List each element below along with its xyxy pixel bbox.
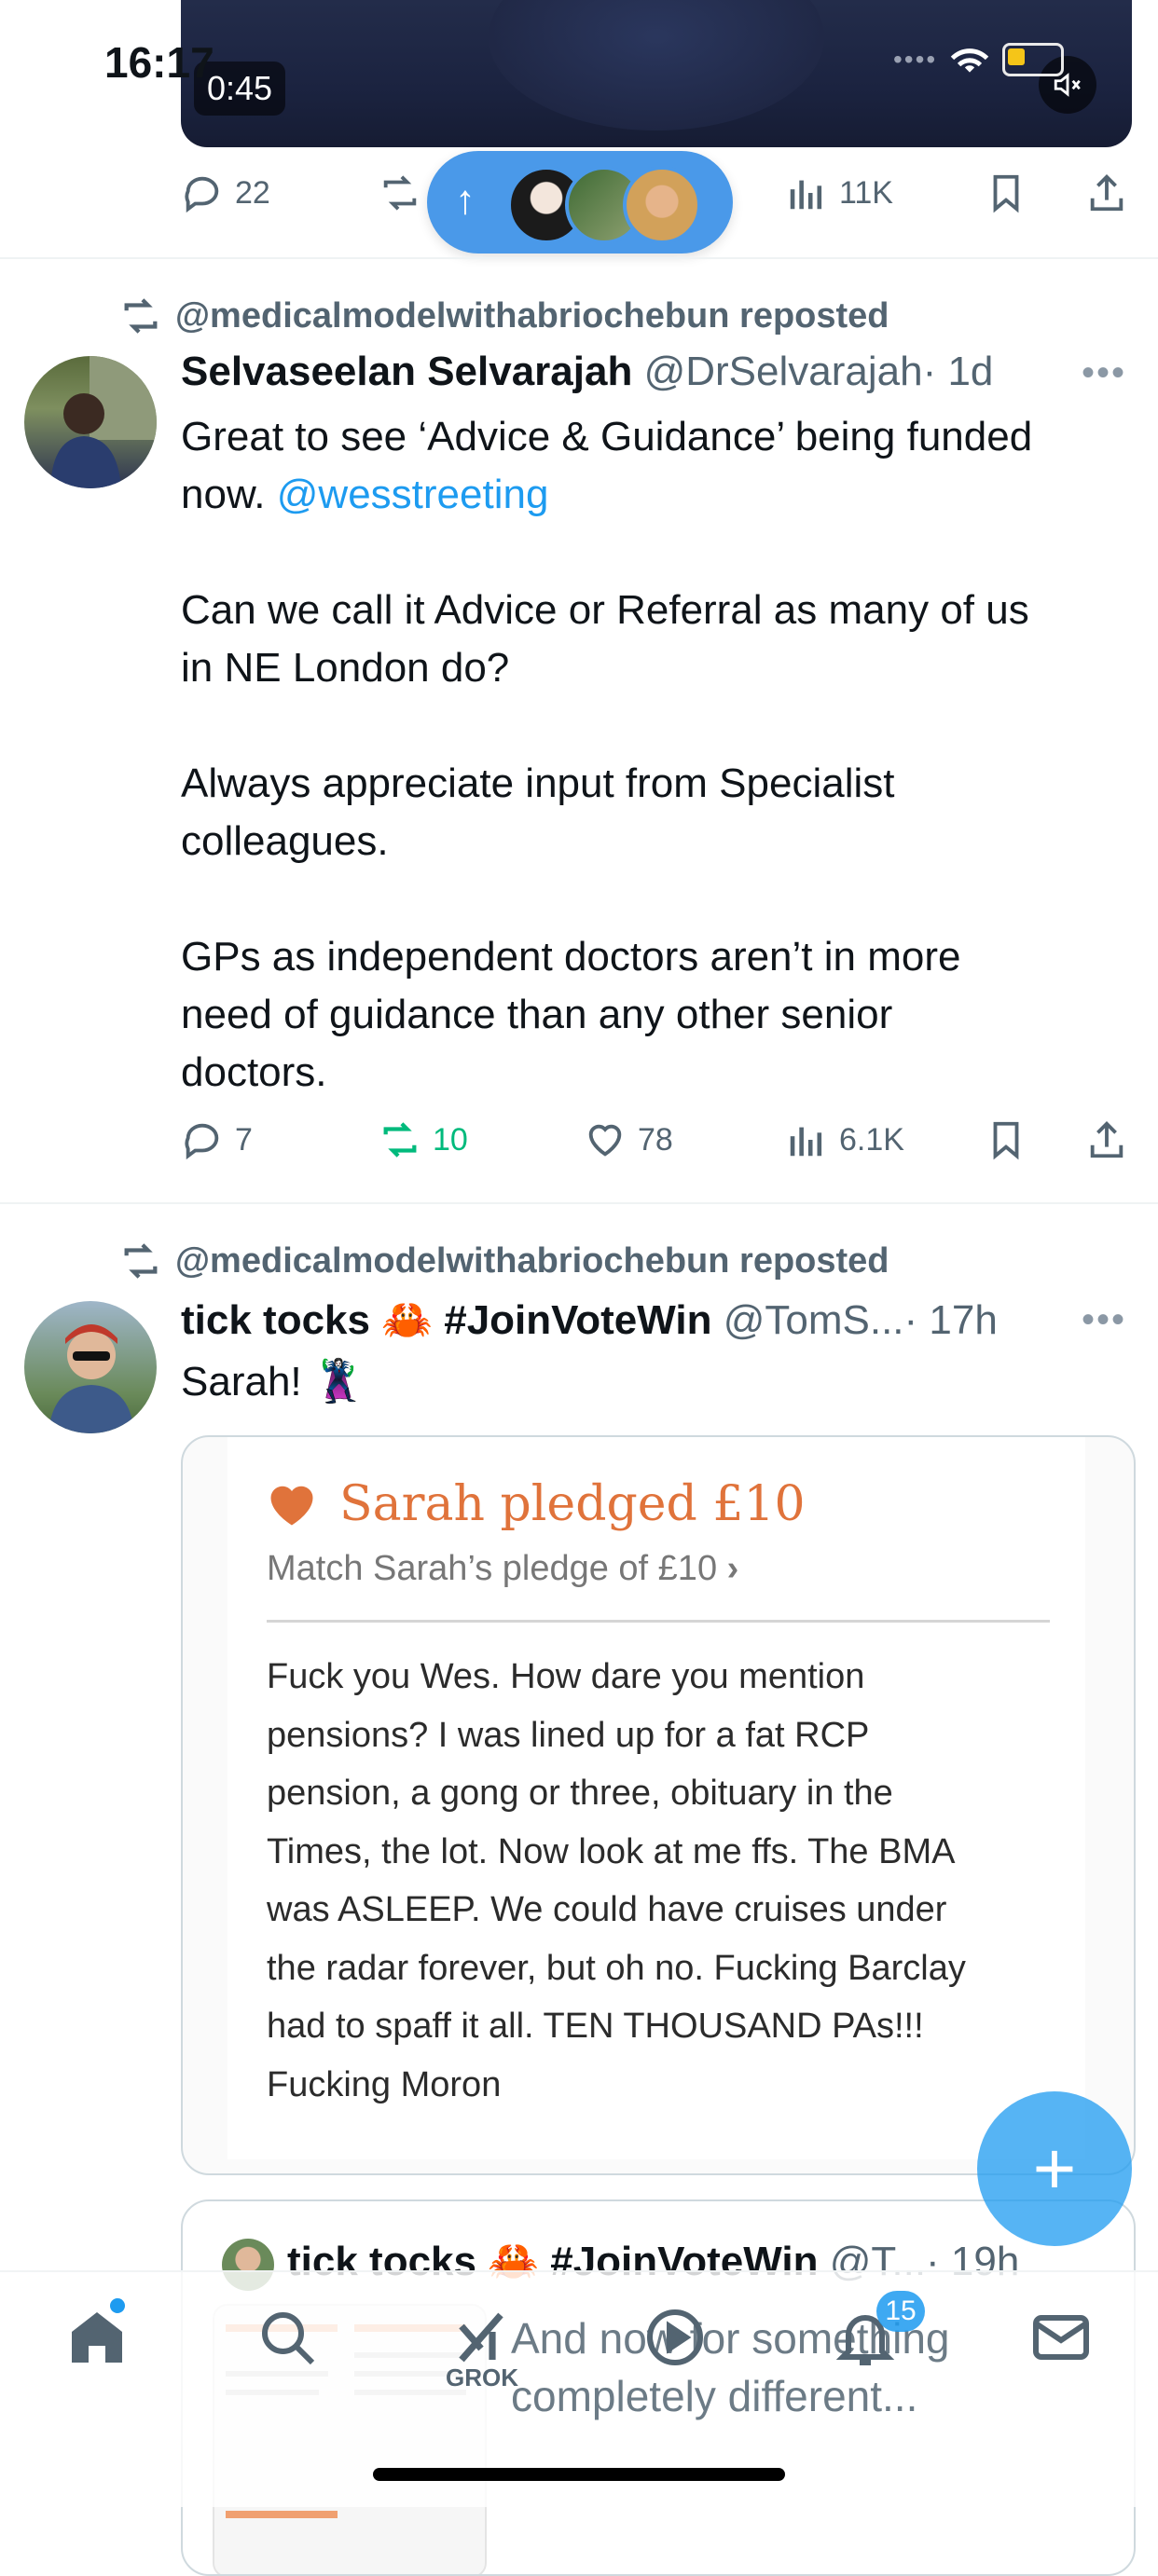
views-count: 11K xyxy=(839,174,893,211)
repost-icon xyxy=(383,1122,417,1158)
repost-icon xyxy=(124,298,158,334)
new-posts-pill[interactable]: ↑ xyxy=(427,151,733,253)
display-name[interactable]: tick tocks 🦀 #JoinVoteWin xyxy=(181,1297,711,1343)
nav-search[interactable] xyxy=(250,2300,324,2375)
views-icon xyxy=(790,180,822,210)
signal-icon: •••• xyxy=(893,45,938,74)
avatar[interactable] xyxy=(24,1301,157,1433)
wifi-icon xyxy=(950,48,989,73)
battery-icon xyxy=(1002,43,1065,76)
tweet-text-line: now. xyxy=(181,472,277,517)
grok-icon xyxy=(459,2312,503,2363)
reply-button[interactable]: 7 xyxy=(181,1118,253,1161)
notification-dot xyxy=(110,2298,125,2313)
display-name[interactable]: Selvaseelan Selvarajah xyxy=(181,349,632,394)
bookmark-button[interactable] xyxy=(985,171,1027,214)
divider xyxy=(0,257,1158,259)
profile-photo xyxy=(50,356,157,488)
reply-count: 22 xyxy=(235,174,270,211)
avatar[interactable] xyxy=(24,356,157,488)
compose-button[interactable]: + xyxy=(977,2091,1132,2246)
reply-icon xyxy=(185,176,219,213)
views-icon xyxy=(790,1127,822,1157)
share-icon xyxy=(1090,1121,1124,1158)
reply-icon xyxy=(185,1123,219,1160)
repost-indicator[interactable]: @medicalmodelwithabriochebun reposted xyxy=(119,295,889,337)
repost-label: @medicalmodelwithabriochebun reposted xyxy=(175,1240,889,1281)
more-options-icon[interactable]: ••• xyxy=(1082,352,1126,394)
quoted-text: And now for something completely differe… xyxy=(511,2314,950,2420)
divider xyxy=(267,1620,1050,1623)
timestamp: · 17h xyxy=(903,1297,998,1343)
pledge-title: Sarah pledged £10 xyxy=(267,1476,806,1532)
share-icon xyxy=(1090,174,1124,212)
grok-label: GROK xyxy=(446,2364,518,2391)
share-button[interactable] xyxy=(1085,1118,1128,1161)
repost-indicator[interactable]: @medicalmodelwithabriochebun reposted xyxy=(119,1240,889,1282)
more-options-icon[interactable]: ••• xyxy=(1082,1299,1126,1341)
bookmark-icon xyxy=(993,1121,1019,1160)
mention-link[interactable]: @wesstreeting xyxy=(277,472,549,517)
pledge-message: Fuck you Wes. How dare you mention pensi… xyxy=(267,1657,966,2104)
reply-count: 7 xyxy=(235,1121,253,1158)
repost-button[interactable]: 10 xyxy=(379,1118,468,1161)
tweet-text: Sarah! 🦹‍♀️ xyxy=(181,1359,365,1404)
pledge-subtitle-text: Match Sarah’s pledge of £10 xyxy=(267,1549,718,1588)
reply-button[interactable]: 22 xyxy=(181,171,270,214)
pledge-subtitle: Match Sarah’s pledge of £10 › xyxy=(267,1549,738,1589)
home-indicator xyxy=(373,2468,785,2481)
heart-icon xyxy=(588,1124,622,1157)
handle[interactable]: @DrSelvarajah xyxy=(644,349,923,394)
pledge-card: Sarah pledged £10 Match Sarah’s pledge o… xyxy=(227,1437,1085,2159)
repost-count: 10 xyxy=(433,1121,468,1158)
tweet-header[interactable]: Selvaseelan Selvarajah @DrSelvarajah· 1d xyxy=(181,349,993,395)
handle[interactable]: @TomS... xyxy=(724,1297,904,1343)
chevron-right-icon: › xyxy=(726,1549,739,1588)
views-count: 6.1K xyxy=(839,1121,904,1158)
heart-icon xyxy=(270,1486,313,1526)
tweet-header[interactable]: tick tocks 🦀 #JoinVoteWin @TomS...· 17h xyxy=(181,1295,998,1344)
status-icons: •••• xyxy=(893,41,1065,78)
pledge-title-text: Sarah pledged £10 xyxy=(339,1476,806,1532)
like-count: 78 xyxy=(638,1121,673,1158)
bookmark-button[interactable] xyxy=(985,1118,1027,1161)
repost-icon xyxy=(124,1243,158,1279)
image-text-line xyxy=(226,2511,338,2518)
video-frame xyxy=(489,0,824,130)
avatar xyxy=(623,166,701,244)
nav-messages[interactable] xyxy=(1024,2300,1098,2375)
plus-icon: + xyxy=(1032,2127,1077,2210)
tweet-text-rest: Can we call it Advice or Referral as man… xyxy=(181,587,1029,1095)
home-icon xyxy=(72,2312,122,2363)
notification-badge: 15 xyxy=(876,2291,925,2332)
arrow-up-icon: ↑ xyxy=(455,177,476,223)
nav-home[interactable] xyxy=(60,2300,134,2375)
repost-icon xyxy=(383,175,417,211)
timestamp: · 1d xyxy=(922,349,994,394)
search-icon xyxy=(262,2312,315,2365)
tweet-text-line: Great to see ‘Advice & Guidance’ being f… xyxy=(181,414,1033,459)
views-button[interactable]: 6.1K xyxy=(785,1118,904,1161)
repost-label: @medicalmodelwithabriochebun reposted xyxy=(175,295,889,336)
bookmark-icon xyxy=(993,174,1019,213)
tweet-text: Great to see ‘Advice & Guidance’ being f… xyxy=(181,408,1132,1102)
tweet-image[interactable]: Sarah pledged £10 Match Sarah’s pledge o… xyxy=(181,1435,1136,2175)
repost-button[interactable] xyxy=(379,171,421,214)
mail-icon xyxy=(1033,2315,1089,2360)
divider xyxy=(0,1202,1158,1204)
like-button[interactable]: 78 xyxy=(584,1118,673,1161)
profile-photo xyxy=(48,1324,134,1433)
play-circle-icon xyxy=(647,2309,703,2365)
nav-communities[interactable] xyxy=(638,2300,712,2375)
status-time: 16:17 xyxy=(104,38,214,87)
views-button[interactable]: 11K xyxy=(785,171,893,214)
share-button[interactable] xyxy=(1085,171,1128,214)
